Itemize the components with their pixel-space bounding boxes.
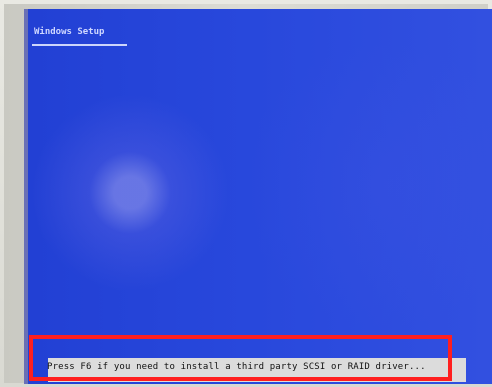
- title-underline: [32, 44, 127, 46]
- status-highlight-box: [29, 335, 452, 381]
- setup-screen: Windows Setup: [24, 9, 492, 384]
- setup-title: Windows Setup: [34, 27, 105, 37]
